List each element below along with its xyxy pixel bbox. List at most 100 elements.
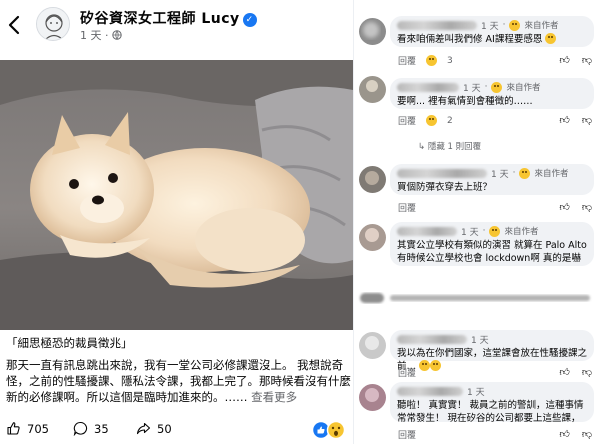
separator-dot: ·	[512, 168, 516, 178]
commenter-avatar[interactable]	[359, 332, 386, 359]
reply-link[interactable]: 回覆	[398, 428, 416, 441]
comment-like-icon[interactable]: 👍︎	[559, 54, 569, 66]
blurred-avatar-icon	[359, 332, 386, 359]
comment-actions: 回覆	[398, 201, 416, 214]
like-button[interactable]: 705	[6, 421, 49, 436]
post-caption: 「細思極恐的裁員徵兆」	[6, 336, 133, 350]
comment-actions: 回覆 2	[398, 114, 453, 127]
comment-actions: 回覆 3	[398, 54, 453, 67]
comment-dislike-icon[interactable]: 👎︎	[582, 201, 592, 213]
blurred-username[interactable]	[397, 20, 477, 30]
share-count: 50	[157, 421, 172, 436]
blurred-avatar-icon	[359, 224, 386, 251]
author-badge: 來自作者	[504, 227, 539, 237]
comment-right-actions: 👍︎ 👎︎	[559, 366, 592, 378]
blurred-username[interactable]	[397, 386, 463, 396]
reply-link[interactable]: 回覆	[398, 366, 416, 379]
comment-text: 聽啦！ 真實實！ 裁員之前的警訓，這種事情常常發生！ 現在矽谷的公司都要上這些課…	[397, 400, 584, 424]
separator-dot: ·	[502, 20, 506, 30]
comment-like-count: 3	[447, 55, 453, 66]
separator-dot: ·	[484, 82, 488, 92]
comment-time: 1 天	[461, 227, 479, 238]
blurred-avatar-icon	[359, 166, 386, 193]
thumbs-up-icon	[7, 422, 20, 435]
commenter-avatar[interactable]	[359, 166, 386, 193]
comment-dislike-icon[interactable]: 👎︎	[582, 366, 592, 378]
back-arrow-icon[interactable]	[6, 14, 22, 36]
hidden-replies-label[interactable]: 隱藏 1 則回覆	[428, 142, 481, 152]
comment-bubble: 1 天 聽啦！ 真實實！ 裁員之前的警訓，這種事情常常發生！ 現在矽谷的公司都要…	[390, 382, 594, 424]
verified-badge-icon: ✓	[242, 13, 257, 27]
comment-dislike-icon[interactable]: 👎︎	[582, 54, 592, 66]
author-badge: 來自作者	[524, 21, 559, 31]
comment-button[interactable]: 35	[73, 421, 109, 436]
comment-time: 1 天	[463, 83, 481, 94]
reaction-summary[interactable]	[311, 420, 347, 440]
comment-dislike-icon[interactable]: 👎︎	[582, 114, 592, 126]
hidden-replies-toggle[interactable]: ↳ 隱藏 1 則回覆	[418, 140, 481, 152]
blurred-avatar-icon	[359, 18, 386, 45]
comments-panel: 1 天 · 來自作者 看來咱倆差叫我們修 AI課程要感恩 回覆 3 👍︎ 👎︎	[353, 0, 595, 444]
author-name[interactable]: 矽谷資深女工程師 Lucy ✓	[80, 8, 257, 28]
post-action-bar: 705 35 50	[0, 418, 353, 442]
comment-right-actions: 👍︎ 👎︎	[559, 428, 592, 440]
commenter-avatar[interactable]	[359, 224, 386, 251]
comment-time: 1 天	[491, 169, 509, 180]
commenter-avatar[interactable]	[359, 76, 386, 103]
comment-text-content: 看來咱倆差叫我們修 AI課程要感恩	[397, 34, 543, 45]
comment-actions: 回覆	[398, 428, 416, 441]
author-badge: 來自作者	[506, 83, 541, 93]
laugh-emoji-icon	[419, 360, 431, 371]
post-header: 矽谷資深女工程師 Lucy ✓ 1 天 ·	[0, 0, 353, 60]
blurred-username[interactable]	[397, 226, 457, 236]
comment-like-count: 2	[447, 115, 453, 126]
reply-link[interactable]: 回覆	[398, 54, 416, 67]
comment-bubble: 1 天 · 來自作者 看來咱倆差叫我們修 AI課程要感恩	[390, 16, 594, 47]
comment-count: 35	[94, 421, 109, 436]
post-body-text: 那天一直有訊息跳出來說，我有一堂公司必修課還沒上。 我想說奇怪，之前的性騷擾課、…	[6, 358, 351, 404]
commenter-avatar[interactable]	[359, 18, 386, 45]
commenter-avatar[interactable]	[359, 384, 386, 411]
author-avatar[interactable]	[36, 7, 70, 41]
comment-like-icon[interactable]: 👍︎	[559, 366, 569, 378]
comment-time: 1 天	[471, 335, 489, 346]
author-badge: 來自作者	[534, 169, 569, 179]
comment-text: 其實公立學校有類似的演習 就算在 Palo Alto 有時候公立學校也會 loc…	[397, 240, 587, 264]
comment-bubble: 1 天 · 來自作者 其實公立學校有類似的演習 就算在 Palo Alto 有時…	[390, 222, 594, 266]
commenter-name-row: 1 天	[397, 333, 587, 346]
pomeranian-on-sofa-image	[0, 60, 353, 330]
comment-bubble: 1 天 · 來自作者 要啊... 裡有氣情到會種徵的……	[390, 78, 594, 109]
share-arrow-icon	[136, 422, 151, 435]
comment-like-icon[interactable]: 👍︎	[559, 201, 569, 213]
post-meta: 1 天 ·	[80, 27, 122, 43]
blurred-username[interactable]	[397, 168, 487, 178]
commenter-name-row: 1 天 · 來自作者	[397, 81, 587, 94]
commenter-name-row: 1 天 · 來自作者	[397, 167, 587, 180]
post-body: 那天一直有訊息跳出來說，我有一堂公司必修課還沒上。 我想說奇怪，之前的性騷擾課、…	[6, 357, 351, 405]
post-photo[interactable]	[0, 60, 353, 330]
comment-dislike-icon[interactable]: 👎︎	[582, 428, 592, 440]
comment-right-actions: 👍︎ 👎︎	[559, 114, 592, 126]
comment-time: 1 天	[467, 387, 485, 398]
comment-like-icon[interactable]: 👍︎	[559, 428, 569, 440]
comment-bubble-icon	[73, 421, 88, 436]
screen: 矽谷資深女工程師 Lucy ✓ 1 天 · 「細思極恐的裁員徵兆」 那天一直有訊…	[0, 0, 595, 444]
comment-bubble: 1 天 · 來自作者 買個防彈衣穿去上班？	[390, 164, 594, 195]
comment-right-actions: 👍︎ 👎︎	[559, 201, 592, 213]
reply-link[interactable]: 回覆	[398, 114, 416, 127]
laugh-emoji-icon	[426, 55, 438, 66]
post-time[interactable]: 1 天	[80, 29, 102, 42]
share-button[interactable]: 50	[136, 421, 172, 436]
comment-text: 買個防彈衣穿去上班？	[397, 182, 493, 193]
smile-emoji-icon	[489, 225, 501, 237]
blurred-username[interactable]	[397, 334, 467, 344]
blurred-username[interactable]	[397, 82, 459, 92]
comment-like-icon[interactable]: 👍︎	[559, 114, 569, 126]
commenter-name-row: 1 天 · 來自作者	[397, 225, 587, 238]
separator-dot: ·	[105, 29, 112, 42]
author-name-text[interactable]: 矽谷資深女工程師 Lucy	[80, 11, 240, 27]
comment-right-actions: 👍︎ 👎︎	[559, 54, 592, 66]
reply-link[interactable]: 回覆	[398, 201, 416, 214]
commenter-name-row: 1 天 · 來自作者	[397, 19, 587, 32]
see-more-link[interactable]: 查看更多	[251, 390, 297, 404]
